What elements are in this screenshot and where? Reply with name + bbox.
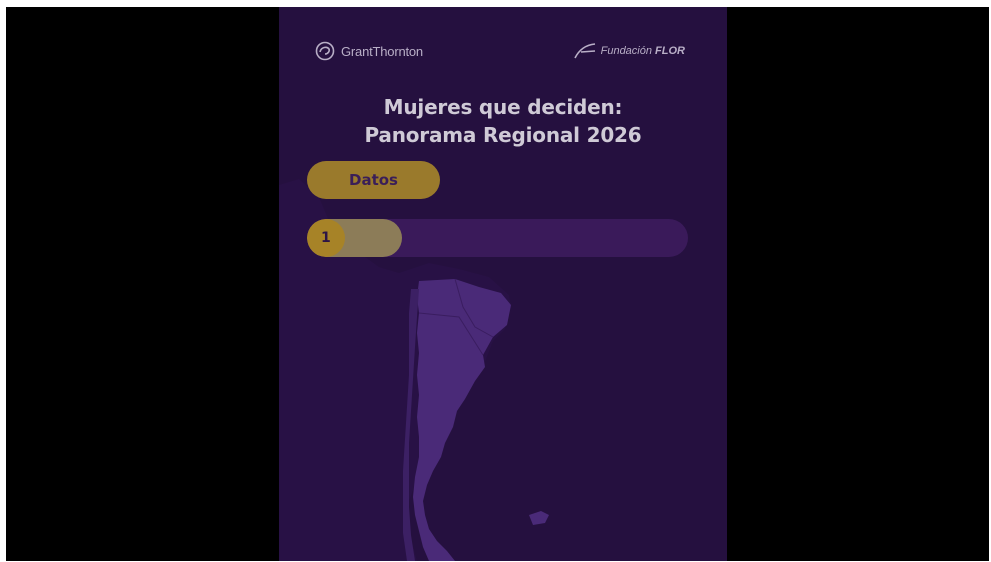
section-label-pill: Datos [307,161,440,199]
progress-step-number: 1 [321,230,331,246]
fundacion-label: Fundación [600,45,652,57]
fundacion-flor-logo: Fundación FLOR [573,42,685,60]
title-line-2: Panorama Regional 2026 [364,123,642,147]
progress-bar: 1 [307,219,688,257]
gt-swirl-icon [315,41,335,61]
title-line-1: Mujeres que deciden: [383,95,623,119]
grant-thornton-wordmark: GrantThornton [341,43,423,59]
grant-thornton-logo: GrantThornton [315,41,423,61]
fundacion-flor-wordmark: Fundación FLOR [601,45,685,57]
flor-swoosh-icon [573,43,595,59]
video-frame: GrantThornton Fundación FLOR Mujeres que… [279,7,727,561]
south-america-map [279,179,549,561]
video-viewport: GrantThornton Fundación FLOR Mujeres que… [6,7,989,561]
slide-title: Mujeres que deciden: Panorama Regional 2… [279,93,727,149]
flor-label: FLOR [655,45,685,57]
